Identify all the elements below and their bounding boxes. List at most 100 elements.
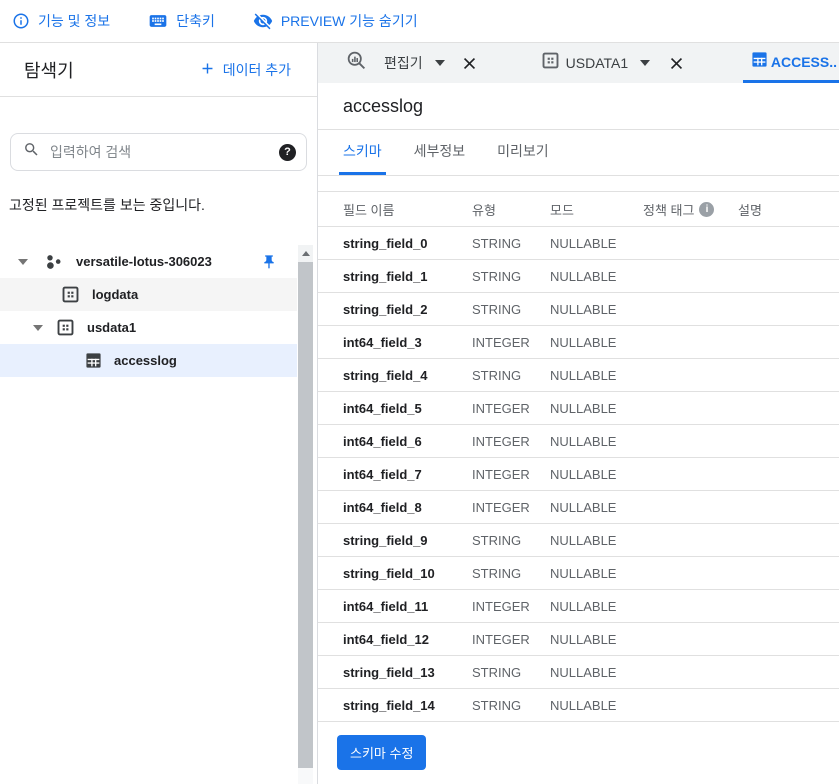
field-type-cell: INTEGER — [472, 457, 550, 491]
table-row: string_field_14 STRING NULLABLE — [318, 688, 839, 722]
tab-editor[interactable]: 편집기 — [346, 43, 478, 83]
field-description-cell — [738, 523, 839, 557]
field-description-cell — [738, 688, 839, 722]
field-mode-cell: NULLABLE — [550, 655, 643, 689]
edit-schema-button[interactable]: 스키마 수정 — [337, 735, 427, 770]
column-header-field-name: 필드 이름 — [318, 191, 472, 227]
policy-tag-info-icon[interactable]: i — [699, 201, 715, 217]
field-description-cell — [738, 226, 839, 260]
field-description-cell — [738, 490, 839, 524]
field-name-cell: string_field_14 — [318, 688, 472, 722]
workspace-tabstrip: 편집기 USDATA1 ACCESS.. — [318, 43, 839, 83]
field-policy-cell — [643, 622, 738, 656]
field-mode-cell: NULLABLE — [550, 424, 643, 458]
field-mode-cell: NULLABLE — [550, 589, 643, 623]
field-description-cell — [738, 457, 839, 491]
field-description-cell — [738, 391, 839, 425]
tab-accesslog-label: ACCESS.. — [770, 53, 837, 70]
dataset-icon — [57, 319, 74, 336]
explorer-header: 탐색기 데이터 추가 — [0, 43, 317, 97]
tree-item-project[interactable]: versatile-lotus-306023 — [0, 245, 297, 278]
tree-item-dataset-usdata1[interactable]: usdata1 — [0, 311, 297, 344]
close-icon[interactable] — [461, 55, 478, 72]
field-mode-cell: NULLABLE — [550, 391, 643, 425]
project-name: versatile-lotus-306023 — [76, 254, 212, 269]
field-policy-cell — [643, 556, 738, 590]
chevron-down-icon[interactable] — [33, 324, 43, 331]
field-policy-cell — [643, 391, 738, 425]
field-description-cell — [738, 556, 839, 590]
field-policy-cell — [643, 688, 738, 722]
field-description-cell — [738, 424, 839, 458]
shortcuts-label: 단축키 — [176, 13, 215, 29]
scrollbar-up-button[interactable] — [298, 245, 313, 262]
field-type-cell: INTEGER — [472, 424, 550, 458]
field-description-cell — [738, 589, 839, 623]
tab-preview-label: 미리보기 — [497, 143, 549, 159]
field-mode-cell: NULLABLE — [550, 325, 643, 359]
field-description-cell — [738, 292, 839, 326]
detail-tabs: 스키마 세부정보 미리보기 — [318, 130, 839, 176]
field-description-cell — [738, 325, 839, 359]
dataset-icon — [542, 52, 559, 74]
chevron-down-icon[interactable] — [640, 60, 651, 66]
field-mode-cell: NULLABLE — [550, 358, 643, 392]
hide-preview-label: PREVIEW 기능 숨기기 — [280, 13, 418, 29]
field-policy-cell — [643, 424, 738, 458]
field-policy-cell — [643, 655, 738, 689]
tab-details-label: 세부정보 — [413, 143, 466, 159]
field-type-cell: STRING — [472, 358, 550, 392]
tree-item-dataset-logdata[interactable]: logdata — [0, 278, 297, 311]
tab-accesslog-active[interactable]: ACCESS.. — [742, 43, 839, 83]
field-type-cell: INTEGER — [472, 325, 550, 359]
field-mode-cell: NULLABLE — [550, 490, 643, 524]
schema-section: 필드 이름 유형 모드 정책 태그 i 설명 string_field_0 ST… — [318, 191, 839, 770]
tab-preview[interactable]: 미리보기 — [493, 130, 553, 175]
field-type-cell: STRING — [472, 226, 550, 260]
tab-details[interactable]: 세부정보 — [410, 130, 470, 175]
close-icon[interactable] — [668, 55, 685, 72]
chevron-down-icon[interactable] — [434, 60, 445, 66]
field-type-cell: STRING — [472, 523, 550, 557]
feature-topbar: 기능 및 정보 단축키 PREVIEW 기능 숨기기 — [0, 0, 839, 43]
features-info-button[interactable]: 기능 및 정보 — [12, 11, 110, 31]
explorer-tree: versatile-lotus-306023 logdata usdata1 a… — [0, 245, 317, 377]
explorer-panel: 탐색기 데이터 추가 ? 고정된 프로젝트를 보는 중입니다. — [0, 43, 318, 784]
field-policy-cell — [643, 457, 738, 491]
tab-usdata1[interactable]: USDATA1 — [542, 43, 686, 83]
hide-preview-features-button[interactable]: PREVIEW 기능 숨기기 — [253, 11, 418, 31]
field-policy-cell — [643, 523, 738, 557]
table-row: string_field_2 STRING NULLABLE — [318, 292, 839, 326]
explorer-search-box: ? — [10, 133, 307, 171]
search-input[interactable] — [50, 144, 279, 160]
eye-off-icon — [253, 11, 273, 31]
scrollbar-thumb[interactable] — [298, 262, 313, 768]
field-name-cell: int64_field_8 — [318, 490, 472, 524]
field-type-cell: STRING — [472, 292, 550, 326]
field-policy-cell — [643, 589, 738, 623]
tree-item-table-accesslog[interactable]: accesslog — [0, 344, 297, 377]
pin-icon[interactable] — [261, 254, 277, 270]
field-policy-cell — [643, 490, 738, 524]
table-row: string_field_0 STRING NULLABLE — [318, 226, 839, 260]
chevron-down-icon[interactable] — [18, 258, 28, 265]
explorer-scrollbar[interactable] — [298, 245, 313, 784]
page-title: accesslog — [318, 83, 839, 130]
field-type-cell: INTEGER — [472, 391, 550, 425]
dataset-icon — [62, 286, 79, 303]
table-row: string_field_1 STRING NULLABLE — [318, 259, 839, 293]
table-row: int64_field_3 INTEGER NULLABLE — [318, 325, 839, 359]
add-data-button[interactable]: 데이터 추가 — [199, 60, 291, 80]
tab-schema[interactable]: 스키마 — [339, 130, 386, 175]
shortcuts-button[interactable]: 단축키 — [148, 11, 215, 31]
field-name-cell: string_field_13 — [318, 655, 472, 689]
field-mode-cell: NULLABLE — [550, 556, 643, 590]
search-help-icon[interactable]: ? — [279, 143, 296, 161]
table-row: int64_field_7 INTEGER NULLABLE — [318, 457, 839, 491]
table-row: int64_field_11 INTEGER NULLABLE — [318, 589, 839, 623]
field-policy-cell — [643, 292, 738, 326]
explorer-title: 탐색기 — [24, 60, 74, 81]
field-name-cell: string_field_4 — [318, 358, 472, 392]
field-type-cell: INTEGER — [472, 589, 550, 623]
info-icon — [12, 12, 30, 30]
